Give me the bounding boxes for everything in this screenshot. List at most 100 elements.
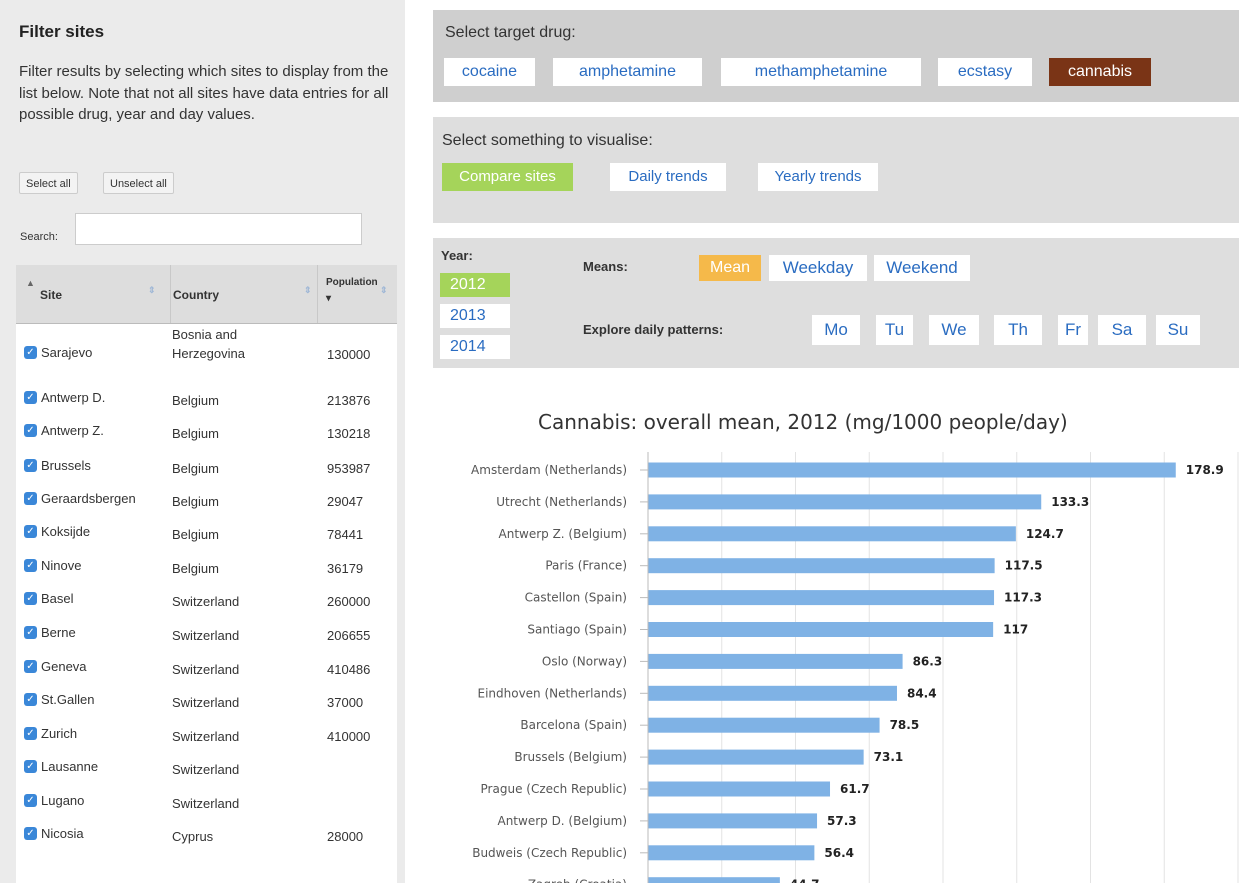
day-th[interactable]: Th xyxy=(994,315,1042,345)
site-checkbox[interactable]: ✓ xyxy=(24,760,37,773)
site-checkbox[interactable]: ✓ xyxy=(24,559,37,572)
table-row[interactable]: ✓ Basel Switzerland 260000 xyxy=(16,579,397,613)
search-input[interactable] xyxy=(75,213,362,245)
bar[interactable] xyxy=(648,558,995,574)
header-site[interactable]: ▲ Site ⇕ xyxy=(16,265,171,323)
compare-sites-button[interactable]: Compare sites xyxy=(442,163,573,191)
data-label: 73.1 xyxy=(874,750,904,764)
means-mean[interactable]: Mean xyxy=(699,255,761,281)
site-checkbox[interactable]: ✓ xyxy=(24,459,37,472)
bar[interactable] xyxy=(648,781,831,797)
table-row[interactable]: ✓ Zurich Switzerland 410000 xyxy=(16,714,397,748)
bar[interactable] xyxy=(648,526,1016,542)
means-label: Means: xyxy=(583,259,628,274)
cell-country: Belgium xyxy=(172,561,219,576)
table-row[interactable]: ✓ Geneva Switzerland 410486 xyxy=(16,647,397,681)
site-checkbox[interactable]: ✓ xyxy=(24,660,37,673)
header-country[interactable]: Country ⇕ xyxy=(171,265,318,323)
day-tu[interactable]: Tu xyxy=(876,315,913,345)
cell-population: 28000 xyxy=(327,829,364,844)
site-checkbox[interactable]: ✓ xyxy=(24,794,37,807)
cell-site: Antwerp D. xyxy=(41,390,106,405)
site-checkbox[interactable]: ✓ xyxy=(24,424,37,437)
data-label: 117 xyxy=(1003,623,1028,637)
bar[interactable] xyxy=(648,877,780,883)
year-2014[interactable]: 2014 xyxy=(440,335,510,359)
table-row[interactable]: ✓ St.Gallen Switzerland 37000 xyxy=(16,680,397,714)
day-su[interactable]: Su xyxy=(1156,315,1200,345)
site-checkbox[interactable]: ✓ xyxy=(24,626,37,639)
cell-country: Switzerland xyxy=(172,796,240,811)
bar[interactable] xyxy=(648,590,995,606)
drug-cannabis[interactable]: cannabis xyxy=(1049,58,1151,86)
site-checkbox[interactable]: ✓ xyxy=(24,827,37,840)
header-population[interactable]: Population ▾ ⇕ xyxy=(318,265,397,323)
bar[interactable] xyxy=(648,685,897,701)
sort-asc-icon: ▲ xyxy=(26,278,35,288)
category-label: Barcelona (Spain) xyxy=(520,718,627,732)
category-label: Santiago (Spain) xyxy=(527,623,627,637)
year-2012[interactable]: 2012 xyxy=(440,273,510,297)
daily-trends-button[interactable]: Daily trends xyxy=(610,163,726,191)
year-2013[interactable]: 2013 xyxy=(440,304,510,328)
site-checkbox[interactable]: ✓ xyxy=(24,525,37,538)
cell-population: 130000 xyxy=(327,347,371,362)
category-label: Zagreb (Croatia) xyxy=(528,878,627,883)
data-label: 124.7 xyxy=(1026,527,1064,541)
site-checkbox[interactable]: ✓ xyxy=(24,492,37,505)
bar[interactable] xyxy=(648,845,815,861)
site-checkbox[interactable]: ✓ xyxy=(24,391,37,404)
data-label: 117.5 xyxy=(1005,559,1043,573)
table-row[interactable]: ✓ Brussels Belgium 953987 xyxy=(16,446,397,480)
table-row[interactable]: ✓ Sarajevo Bosnia and Herzegovina 130000 xyxy=(16,323,397,378)
day-we[interactable]: We xyxy=(929,315,979,345)
drug-methamphetamine[interactable]: methamphetamine xyxy=(721,58,921,86)
cell-population: 29047 xyxy=(327,494,364,509)
table-row[interactable]: ✓ Lausanne Switzerland xyxy=(16,747,397,781)
category-label: Eindhoven (Netherlands) xyxy=(477,686,627,700)
bar[interactable] xyxy=(648,717,880,733)
table-row[interactable]: ✓ Nicosia Cyprus 28000 xyxy=(16,814,397,848)
bar[interactable] xyxy=(648,462,1176,478)
table-row[interactable]: ✓ Antwerp Z. Belgium 130218 xyxy=(16,411,397,445)
drug-amphetamine[interactable]: amphetamine xyxy=(553,58,702,86)
drug-label: Select target drug: xyxy=(445,24,576,41)
visualise-label: Select something to visualise: xyxy=(442,132,653,149)
table-row[interactable]: ✓ Antwerp D. Belgium 213876 xyxy=(16,378,397,412)
cell-population: 410486 xyxy=(327,662,371,677)
data-label: 57.3 xyxy=(827,814,857,828)
table-row[interactable]: ✓ Koksijde Belgium 78441 xyxy=(16,512,397,546)
table-row[interactable]: ✓ Berne Switzerland 206655 xyxy=(16,613,397,647)
day-mo[interactable]: Mo xyxy=(812,315,860,345)
cell-site: Brussels xyxy=(41,458,91,473)
yearly-trends-button[interactable]: Yearly trends xyxy=(758,163,878,191)
table-row[interactable]: ✓ Lugano Switzerland xyxy=(16,781,397,815)
means-weekend[interactable]: Weekend xyxy=(874,255,970,281)
site-checkbox[interactable]: ✓ xyxy=(24,592,37,605)
sort-icon: ⇕ xyxy=(380,285,388,295)
bar[interactable] xyxy=(648,749,864,765)
search-label: Search: xyxy=(20,231,58,243)
site-checkbox[interactable]: ✓ xyxy=(24,693,37,706)
cell-country: Switzerland xyxy=(172,628,240,643)
day-sa[interactable]: Sa xyxy=(1098,315,1146,345)
bar[interactable] xyxy=(648,653,903,669)
category-label: Paris (France) xyxy=(545,559,627,573)
bar[interactable] xyxy=(648,622,994,637)
data-label: 117.3 xyxy=(1004,591,1042,605)
site-checkbox[interactable]: ✓ xyxy=(24,346,37,359)
means-weekday[interactable]: Weekday xyxy=(769,255,867,281)
drug-cocaine[interactable]: cocaine xyxy=(444,58,535,86)
bar[interactable] xyxy=(648,494,1042,510)
cell-population: 36179 xyxy=(327,561,364,576)
table-row[interactable]: ✓ Geraardsbergen Belgium 29047 xyxy=(16,479,397,513)
unselect-all-button[interactable]: Unselect all xyxy=(103,172,174,194)
site-checkbox[interactable]: ✓ xyxy=(24,727,37,740)
drug-ecstasy[interactable]: ecstasy xyxy=(938,58,1032,86)
table-row[interactable]: ✓ Ninove Belgium 36179 xyxy=(16,546,397,580)
day-fr[interactable]: Fr xyxy=(1058,315,1088,345)
bar[interactable] xyxy=(648,813,818,829)
select-all-button[interactable]: Select all xyxy=(19,172,78,194)
cell-country: Switzerland xyxy=(172,695,240,710)
cell-country: Switzerland xyxy=(172,594,240,609)
